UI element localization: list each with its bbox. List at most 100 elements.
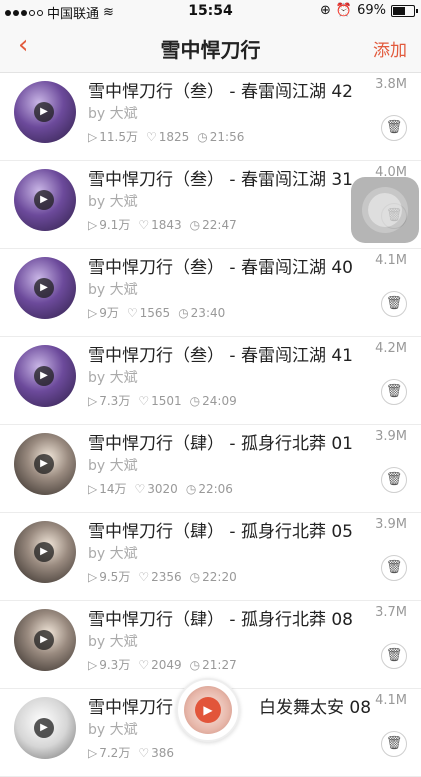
episode-cover: ▶ [14,169,76,231]
episode-stats: ▷ 9.3万 ♡ 2049 ◷ 21:27 [88,656,237,673]
heart-icon: ♡ [138,745,150,760]
duration: 24:09 [202,393,237,408]
like-count: 2356 [151,569,182,584]
episode-author: by 大斌 [88,546,138,562]
duration: 22:20 [202,569,237,584]
episode-cover: ▶ [14,521,76,583]
play-count: 7.2万 [99,746,131,760]
clock-icon: ◷ [189,569,201,584]
delete-button[interactable]: 🗑 [381,379,407,405]
play-count: 11.5万 [99,130,138,144]
play-count-icon: ▷ [88,481,98,496]
delete-button[interactable]: 🗑 [381,467,407,493]
status-right: ⊕ ⏰ 69% [320,3,418,18]
clock-icon: ◷ [189,393,201,408]
like-count: 386 [151,745,174,760]
duration: 23:40 [190,305,226,320]
delete-button[interactable]: 🗑 [381,115,407,141]
play-count-icon: ▷ [88,217,98,232]
play-icon[interactable]: ▶ [34,454,54,474]
page-title: 雪中悍刀行 [160,38,261,62]
episode-author: by 大斌 [88,722,138,738]
list-item[interactable]: ▶ 雪中悍刀行（叁） - 春雷闯江湖 40 4.1M by 大斌 ▷ 9万 ♡ 15… [0,249,421,337]
heart-icon: ♡ [134,481,146,496]
episode-author: by 大斌 [88,194,138,210]
episode-stats: ▷ 9.5万 ♡ 2356 ◷ 22:20 [88,568,237,585]
file-size: 4.2M [373,341,407,356]
list-item[interactable]: ▶ 雪中悍刀行（肆） - 孤身行北莽 08 3.7M by 大斌 ▷ 9.3万 ♡… [0,601,421,689]
episode-title: 雪中悍刀行（叁） - 春雷闯江湖 40 [88,258,353,278]
play-icon[interactable]: ▶ [195,697,221,723]
clock-icon: ◷ [189,217,201,232]
play-icon[interactable]: ▶ [34,542,54,562]
trash-icon: 🗑 [385,384,403,399]
play-count: 9.5万 [99,570,131,584]
list-item[interactable]: ▶ 雪中悍刀行（叁） - 春雷闯江湖 41 4.2M by 大斌 ▷ 7.3万 ♡… [0,337,421,425]
episode-title: 雪中悍刀行（叁） - 春雷闯江湖 42 [88,82,353,102]
clock-icon: ◷ [197,129,208,144]
file-size: 4.1M [373,693,407,708]
file-size: 3.7M [373,605,407,620]
play-icon[interactable]: ▶ [34,278,54,298]
episode-author: by 大斌 [88,458,138,474]
episode-author: by 大斌 [88,634,138,650]
play-count-icon: ▷ [88,657,98,672]
rotation-lock-icon: ⊕ [320,3,331,18]
play-count: 9.1万 [99,218,131,232]
episode-cover: ▶ [14,81,76,143]
episode-title: 雪中悍刀行（叁） - 春雷闯江湖 41 [88,346,353,366]
list-item[interactable]: ▶ 雪中悍刀行（肆） - 孤身行北莽 01 3.9M by 大斌 ▷ 14万 ♡ 3… [0,425,421,513]
heart-icon: ♡ [145,129,157,144]
play-icon[interactable]: ▶ [34,718,54,738]
play-count: 14万 [99,482,127,496]
play-icon[interactable]: ▶ [34,190,54,210]
like-count: 3020 [147,481,178,496]
add-button[interactable]: 添加 [373,36,407,61]
mini-player[interactable]: ▶ [176,678,240,742]
assistive-touch-button[interactable] [351,177,419,243]
delete-button[interactable]: 🗑 [381,555,407,581]
episode-author: by 大斌 [88,370,138,386]
clock-icon: ◷ [178,305,189,320]
play-count: 9.3万 [99,658,131,672]
heart-icon: ♡ [138,569,150,584]
play-count-icon: ▷ [88,393,98,408]
assistive-touch-icon [368,193,402,227]
heart-icon: ♡ [138,393,150,408]
navigation-bar: ‹ 雪中悍刀行 添加 [0,22,421,73]
episode-stats: ▷ 11.5万 ♡ 1825 ◷ 21:56 [88,128,244,145]
episode-title: 雪中悍刀行（肆） - 孤身行北莽 05 [88,522,353,542]
delete-button[interactable]: 🗑 [381,291,407,317]
play-count-icon: ▷ [88,569,98,584]
file-size: 3.9M [373,517,407,532]
list-item[interactable]: ▶ 雪中悍刀行（叁） - 春雷闯江湖 42 3.8M by 大斌 ▷ 11.5万 … [0,73,421,161]
play-icon[interactable]: ▶ [34,366,54,386]
play-icon[interactable]: ▶ [34,102,54,122]
file-size: 3.8M [373,77,407,92]
episode-cover: ▶ [14,257,76,319]
status-bar: 中国联通 ≋ 15:54 ⊕ ⏰ 69% [0,0,421,22]
like-count: 1843 [151,217,182,232]
list-item[interactable]: ▶ 雪中悍刀行（肆） - 孤身行北莽 05 3.9M by 大斌 ▷ 9.5万 ♡… [0,513,421,601]
play-icon[interactable]: ▶ [34,630,54,650]
like-count: 1565 [139,305,171,320]
alarm-icon: ⏰ [335,3,353,18]
episode-stats: ▷ 14万 ♡ 3020 ◷ 22:06 [88,480,233,497]
trash-icon: 🗑 [385,736,403,751]
episode-title-head: 雪中悍刀行 [88,698,173,718]
episode-title-tail: 白发舞太安 08 [259,698,372,718]
episode-title: 雪中悍刀行（肆） - 孤身行北莽 01 [88,434,353,454]
duration: 21:56 [209,129,245,144]
like-count: 1825 [158,129,190,144]
battery-icon [391,4,418,17]
delete-button[interactable]: 🗑 [381,643,407,669]
episode-title: 雪中悍刀行（肆） - 孤身行北莽 08 [88,610,353,630]
trash-icon: 🗑 [385,560,403,575]
episode-stats: ▷ 9万 ♡ 1565 ◷ 23:40 [88,304,225,321]
delete-button[interactable]: 🗑 [381,731,407,757]
play-count: 7.3万 [99,394,131,408]
episode-cover: ▶ [14,433,76,495]
like-count: 2049 [151,657,182,672]
trash-icon: 🗑 [385,296,403,311]
duration: 22:47 [202,217,237,232]
